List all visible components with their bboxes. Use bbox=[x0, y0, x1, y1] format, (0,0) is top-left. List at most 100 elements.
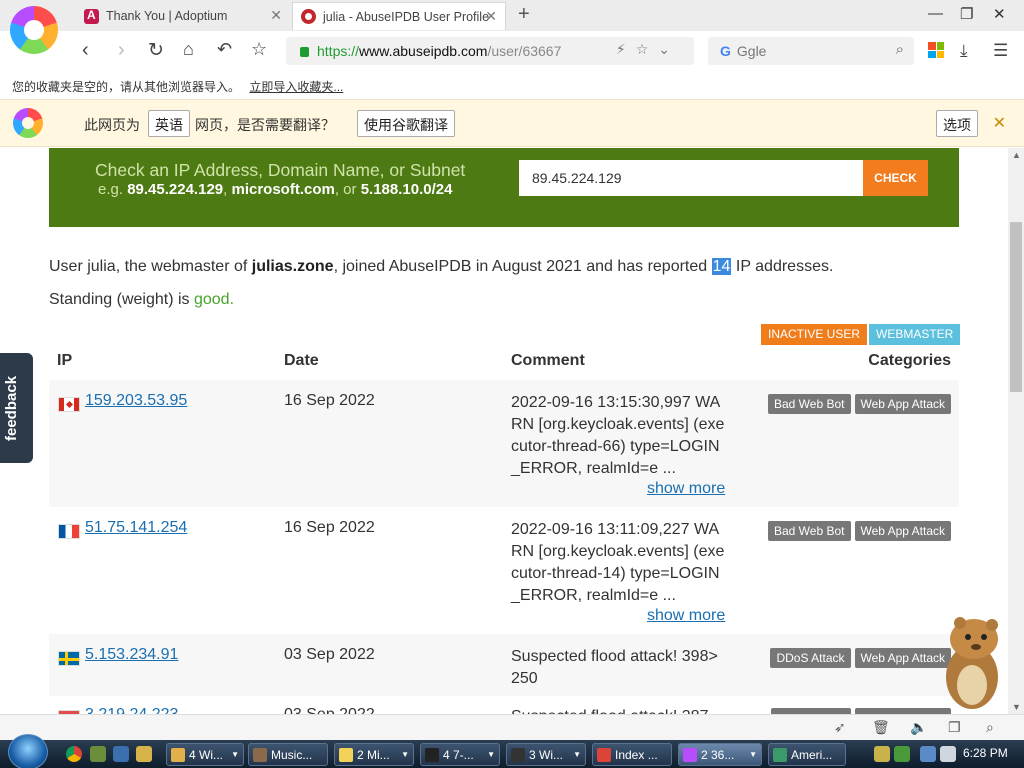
home-icon[interactable]: ⌂ bbox=[183, 39, 194, 60]
download-icon[interactable]: ⤓ bbox=[960, 41, 968, 61]
taskbar-item[interactable]: Ameri... bbox=[768, 743, 846, 766]
tab-title: julia - AbuseIPDB User Profile bbox=[323, 9, 490, 24]
browser-logo-icon[interactable] bbox=[10, 6, 58, 54]
intro-text: , joined AbuseIPDB in August 2021 and ha… bbox=[333, 258, 708, 275]
start-button[interactable] bbox=[8, 734, 48, 768]
tray-app-icon[interactable] bbox=[874, 746, 890, 762]
task-label: 4 7-... bbox=[443, 748, 474, 762]
task-label: Ameri... bbox=[791, 748, 833, 762]
restore-icon[interactable]: ❐ bbox=[960, 5, 973, 23]
minimize-icon[interactable]: — bbox=[928, 5, 943, 22]
taskbar-item[interactable]: 2 36... ▼ bbox=[678, 743, 762, 766]
translate-button[interactable]: 使用谷歌翻译 bbox=[357, 110, 455, 137]
example-ip: 89.45.224.129 bbox=[127, 181, 224, 198]
dropdown-arrow-icon: ▼ bbox=[749, 750, 757, 759]
taskbar-item[interactable]: 3 Wi... ▼ bbox=[506, 743, 586, 766]
menu-icon[interactable]: ☰ bbox=[993, 41, 1008, 61]
computer-icon[interactable] bbox=[113, 746, 129, 762]
taskbar-item[interactable]: 4 Wi... ▼ bbox=[166, 743, 244, 766]
user-domain: julias.zone bbox=[251, 258, 334, 275]
language-button[interactable]: 英语 bbox=[148, 110, 190, 137]
category-list: DDoS Attack Web App Attack bbox=[770, 648, 951, 668]
dropdown-arrow-icon: ▼ bbox=[231, 750, 239, 759]
category-badge: Web App Attack bbox=[854, 521, 951, 541]
status-bar: ➶ 🗑 🔈 ❐ ⌕ bbox=[0, 714, 1024, 740]
example-subnet: 5.188.10.0/24 bbox=[360, 181, 453, 198]
apps-grid-icon[interactable] bbox=[928, 42, 944, 58]
undo-close-icon[interactable]: ↶ bbox=[217, 39, 232, 60]
url-scheme: https:// bbox=[317, 43, 360, 59]
report-comment: 2022-09-16 13:15:30,997 WARN [org.keyclo… bbox=[511, 394, 725, 477]
tray-app-icon[interactable] bbox=[894, 746, 910, 762]
inactive-user-badge: INACTIVE USER bbox=[761, 324, 868, 345]
options-button[interactable]: 选项 bbox=[936, 110, 978, 137]
volume-muted-icon[interactable] bbox=[940, 746, 956, 762]
report-date: 03 Sep 2022 bbox=[284, 706, 375, 714]
abuseipdb-favicon-icon bbox=[301, 9, 316, 24]
category-badge: DDoS Attack bbox=[770, 648, 851, 668]
taskbar-item[interactable]: 2 Mi... ▼ bbox=[334, 743, 414, 766]
search-placeholder: Ggle bbox=[736, 43, 767, 59]
close-window-icon[interactable]: ✕ bbox=[993, 5, 1006, 23]
ip-link[interactable]: 159.203.53.95 bbox=[85, 392, 187, 410]
reload-icon[interactable]: ↻ bbox=[148, 39, 164, 62]
trash-icon[interactable]: 🗑 bbox=[872, 719, 890, 736]
close-tab-icon[interactable]: ✕ bbox=[485, 8, 497, 25]
address-bar[interactable]: https:// www.abuseipdb.com /user/63667 ⚡… bbox=[286, 37, 694, 65]
table-row: 159.203.53.95 16 Sep 2022 2022-09-16 13:… bbox=[49, 380, 959, 507]
show-more-link[interactable]: show more bbox=[647, 607, 725, 625]
app-icon[interactable] bbox=[90, 746, 106, 762]
chrome-icon[interactable] bbox=[66, 746, 82, 762]
show-more-link[interactable]: show more bbox=[647, 480, 725, 498]
header-categories: Categories bbox=[868, 352, 951, 369]
scroll-down-icon[interactable]: ▼ bbox=[1012, 702, 1021, 712]
import-bookmarks-link[interactable]: 立即导入收藏夹... bbox=[249, 80, 343, 94]
search-box[interactable]: G Ggle ⌕ bbox=[708, 37, 914, 65]
bookmark-star-icon[interactable]: ☆ bbox=[251, 39, 267, 60]
tab-abuseipdb[interactable]: julia - AbuseIPDB User Profile ✕ bbox=[292, 2, 506, 30]
feedback-tab[interactable]: feedback bbox=[0, 353, 33, 463]
search-icon[interactable]: ⌕ bbox=[986, 719, 994, 736]
dropdown-arrow-icon: ▼ bbox=[401, 750, 409, 759]
volume-icon[interactable]: 🔈 bbox=[910, 719, 927, 736]
page-scrollbar[interactable]: ▲ ▼ bbox=[1008, 148, 1024, 714]
network-icon[interactable] bbox=[920, 746, 936, 762]
header-date: Date bbox=[284, 352, 319, 369]
table-row: 3.219.24.223 03 Sep 2022 Suspected flood… bbox=[49, 696, 959, 714]
back-icon[interactable]: ‹ bbox=[82, 39, 89, 62]
scroll-thumb[interactable] bbox=[1010, 222, 1022, 392]
feedback-label: feedback bbox=[3, 375, 20, 441]
close-tab-icon[interactable]: ✕ bbox=[270, 7, 282, 24]
app-icon[interactable] bbox=[136, 746, 152, 762]
taskbar-item[interactable]: Music... bbox=[248, 743, 328, 766]
rocket-icon[interactable]: ➶ bbox=[834, 719, 846, 736]
taskbar-item[interactable]: Index ... bbox=[592, 743, 672, 766]
translate-bar: 此网页为 英语 网页，是否需要翻译？ 使用谷歌翻译 选项 ✕ bbox=[0, 99, 1024, 147]
ip-search-input[interactable] bbox=[519, 160, 864, 196]
scroll-up-icon[interactable]: ▲ bbox=[1012, 150, 1021, 160]
ip-link[interactable]: 3.219.24.223 bbox=[85, 706, 178, 714]
bookmarks-bar: 您的收藏夹是空的，请从其他浏览器导入。 立即导入收藏夹... bbox=[0, 72, 1024, 98]
check-button[interactable]: CHECK bbox=[863, 160, 928, 196]
category-badge: Web App Attack bbox=[854, 394, 951, 414]
close-translate-icon[interactable]: ✕ bbox=[993, 113, 1006, 133]
category-badge: Bad Web Bot bbox=[768, 394, 851, 414]
search-icon[interactable]: ⌕ bbox=[896, 41, 904, 58]
chevron-down-icon[interactable]: ⌄ bbox=[658, 41, 680, 57]
tab-adoptium[interactable]: Thank You | Adoptium ✕ bbox=[76, 2, 290, 30]
ip-link[interactable]: 5.153.234.91 bbox=[85, 646, 178, 664]
favorite-icon[interactable]: ☆ bbox=[636, 41, 659, 57]
new-tab-icon[interactable]: + bbox=[518, 3, 530, 26]
lightning-icon[interactable]: ⚡ bbox=[616, 41, 636, 57]
taskbar: 4 Wi... ▼ Music... 2 Mi... ▼ 4 7-... ▼ 3 Wi… bbox=[0, 734, 1024, 768]
forward-icon[interactable]: › bbox=[118, 39, 125, 62]
header-ip: IP bbox=[57, 352, 73, 369]
example-prefix: e.g. bbox=[98, 181, 124, 198]
canada-flag-icon bbox=[58, 397, 80, 412]
taskbar-item[interactable]: 4 7-... ▼ bbox=[420, 743, 500, 766]
task-label: Music... bbox=[271, 748, 313, 762]
translate-prefix: 此网页为 bbox=[84, 117, 140, 133]
address-actions[interactable]: ⚡☆⌄ bbox=[616, 41, 680, 58]
window-icon[interactable]: ❐ bbox=[948, 719, 961, 736]
ip-link[interactable]: 51.75.141.254 bbox=[85, 519, 187, 537]
